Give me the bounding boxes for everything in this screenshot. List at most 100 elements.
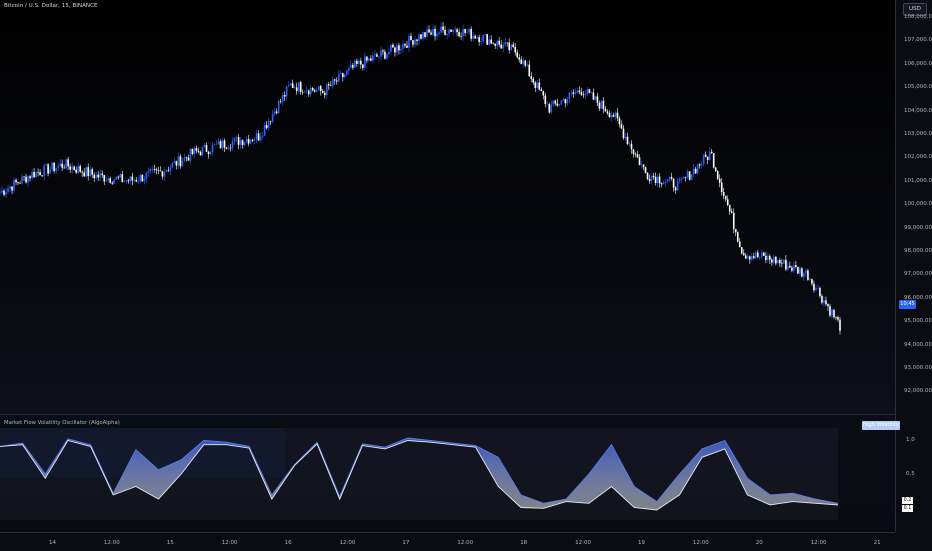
candle-body bbox=[416, 39, 418, 41]
candle-body bbox=[33, 171, 35, 178]
candle-body bbox=[380, 50, 382, 57]
candle-body bbox=[789, 265, 791, 268]
candle-body bbox=[269, 121, 272, 122]
price-label: 99,000.00 bbox=[904, 224, 932, 231]
candle-body bbox=[644, 167, 647, 173]
candle-body bbox=[596, 96, 599, 103]
candle-body bbox=[426, 29, 428, 37]
symbol-title[interactable]: Bitcoin / U.S. Dollar, 15, BINANCE bbox=[4, 3, 98, 9]
price-label: 102,000.00 bbox=[904, 154, 932, 161]
candle-body bbox=[839, 319, 841, 331]
candle-body bbox=[544, 95, 547, 105]
candle-body bbox=[257, 133, 260, 141]
candle-body bbox=[13, 179, 15, 191]
candle-body bbox=[0, 192, 1, 194]
candle-body bbox=[542, 91, 545, 96]
candle-body bbox=[173, 161, 176, 163]
candle-body bbox=[526, 64, 529, 66]
candle-body bbox=[360, 60, 362, 65]
candle-body bbox=[520, 59, 523, 64]
time-label: 12:00 bbox=[810, 540, 827, 546]
candle-body bbox=[831, 309, 833, 316]
candle-body bbox=[279, 101, 282, 102]
candle-body bbox=[690, 174, 693, 180]
candle-body bbox=[97, 174, 100, 178]
candle-body bbox=[706, 156, 709, 161]
candle-body bbox=[422, 32, 424, 39]
candle-body bbox=[757, 252, 759, 258]
candle-body bbox=[291, 83, 294, 88]
candle-body bbox=[237, 137, 240, 145]
candle-body bbox=[147, 171, 150, 173]
candle-body bbox=[267, 121, 270, 129]
candle-body bbox=[125, 180, 128, 182]
candle-body bbox=[336, 80, 338, 82]
time-label: 20 bbox=[755, 540, 763, 546]
candle-body bbox=[754, 252, 757, 258]
candle-body bbox=[795, 265, 797, 268]
candle-body bbox=[763, 252, 765, 256]
candle-body bbox=[123, 180, 126, 182]
candle-body bbox=[534, 82, 537, 88]
candle-body bbox=[696, 164, 699, 174]
candle-body bbox=[702, 154, 705, 165]
candle-body bbox=[825, 300, 827, 305]
price-label: 107,000.00 bbox=[904, 37, 932, 44]
candle-body bbox=[183, 157, 186, 161]
candle-body bbox=[720, 182, 723, 193]
candle-body bbox=[420, 34, 422, 39]
candle-body bbox=[590, 92, 593, 94]
candle-body bbox=[626, 136, 629, 145]
candle-body bbox=[698, 164, 701, 166]
candle-body bbox=[303, 91, 306, 93]
candle-body bbox=[107, 178, 110, 181]
candle-body bbox=[716, 171, 719, 179]
candle-body bbox=[131, 176, 134, 181]
candle-body bbox=[807, 270, 809, 280]
candle-body bbox=[297, 82, 300, 92]
candle-body bbox=[688, 171, 691, 180]
candle-body bbox=[740, 247, 743, 254]
candle-body bbox=[724, 195, 727, 200]
candle-body bbox=[273, 111, 276, 114]
candle-body bbox=[793, 265, 795, 271]
candle-body bbox=[247, 139, 250, 144]
candle-body bbox=[791, 267, 793, 271]
candle-body bbox=[121, 174, 124, 182]
candle-body bbox=[223, 140, 226, 148]
candle-body bbox=[374, 54, 376, 56]
candle-body bbox=[624, 136, 627, 138]
candle-body bbox=[79, 166, 81, 172]
candle-body bbox=[612, 115, 615, 117]
candle-body bbox=[163, 171, 166, 177]
candle-body bbox=[592, 92, 595, 100]
candle-body bbox=[428, 29, 430, 33]
candle-body bbox=[700, 164, 703, 166]
candle-body bbox=[588, 89, 591, 93]
candle-body bbox=[558, 104, 561, 106]
candle-body bbox=[514, 46, 517, 53]
candle-body bbox=[674, 187, 677, 191]
candle-body bbox=[454, 29, 456, 31]
candle-body bbox=[352, 64, 354, 68]
candle-body bbox=[819, 288, 821, 297]
last-price-tag: 10:45 bbox=[899, 300, 916, 309]
candle-body bbox=[275, 111, 278, 114]
candle-body bbox=[614, 112, 617, 117]
candle-body bbox=[338, 73, 340, 82]
candle-body bbox=[769, 255, 771, 260]
candle-body bbox=[83, 172, 86, 177]
candle-body bbox=[466, 32, 468, 33]
oscillator-title[interactable]: Market Flow Volatility Oscillator (AlgoA… bbox=[4, 420, 120, 426]
candle-body bbox=[159, 170, 162, 172]
candle-body bbox=[570, 92, 573, 94]
candle-body bbox=[490, 39, 492, 44]
candle-body bbox=[783, 259, 785, 264]
candle-body bbox=[502, 44, 504, 49]
candle-body bbox=[392, 44, 394, 48]
candle-body bbox=[518, 57, 521, 60]
candle-body bbox=[1, 190, 3, 193]
candle-body bbox=[151, 169, 154, 170]
candle-body bbox=[500, 44, 502, 49]
candle-body bbox=[512, 44, 515, 47]
